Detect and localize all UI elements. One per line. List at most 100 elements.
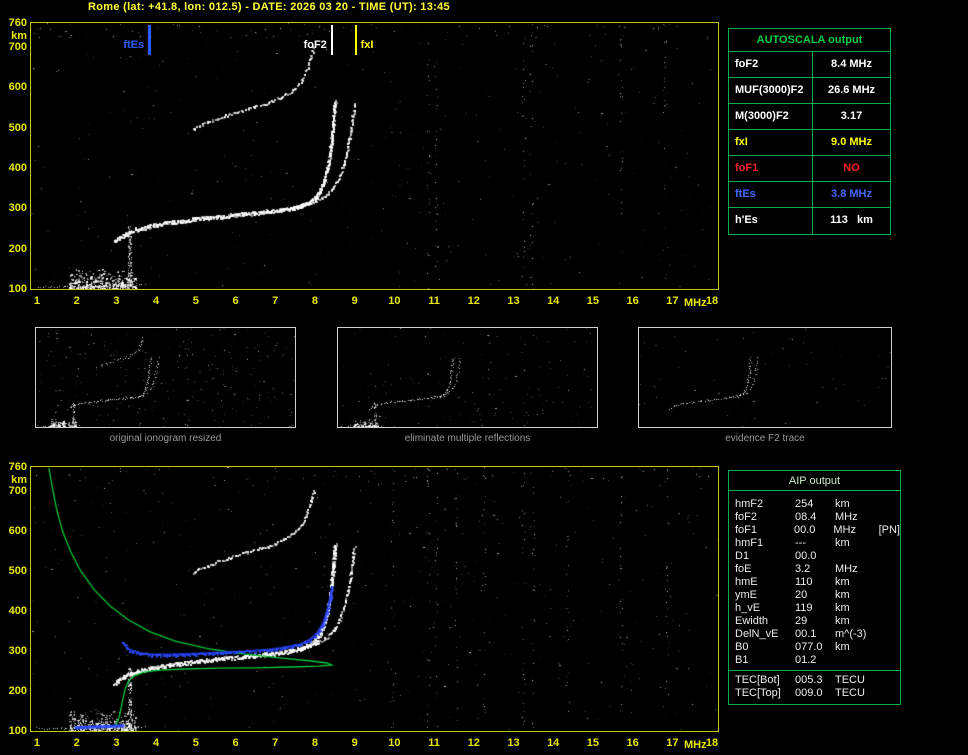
thumb-caption-original: original ionogram resized: [109, 433, 222, 444]
y-tick-label: 500: [8, 121, 27, 134]
thumb-evidence-canvas: [639, 328, 891, 427]
x-tick-label: 2: [73, 737, 80, 749]
aip-row: hmF2 254 km: [735, 498, 900, 511]
autoscala-row: foF1 NO: [729, 156, 890, 182]
x-tick-label: 16: [626, 295, 639, 307]
aip-param-name: DelN_vE: [735, 628, 779, 640]
x-tick-label: 8: [311, 737, 318, 749]
aip-param-unit: km: [835, 602, 850, 614]
autoscala-row: fxI 9.0 MHz: [729, 130, 890, 156]
x-tick-label: 7: [272, 737, 279, 749]
x-tick-label: 4: [153, 295, 160, 307]
autoscala-row: ftEs 3.8 MHz: [729, 182, 890, 208]
aip-row: ymE 20 km: [735, 589, 900, 602]
x-tick-label: 3: [113, 737, 120, 749]
aip-row: B0 077.0 km: [735, 641, 900, 654]
y-tick-label: 200: [8, 242, 27, 255]
aip-param-extra: [881, 589, 900, 602]
x-tick-label: 10: [388, 737, 401, 749]
x-tick-label: 15: [586, 737, 600, 749]
aip-param-unit: MHz: [833, 524, 856, 536]
aip-param-extra: [881, 654, 900, 667]
aip-param-name: foF2: [735, 511, 758, 523]
x-tick-label: 12: [467, 295, 480, 307]
x-tick-label: 9: [351, 737, 358, 749]
top-x-axis-unit: MHz: [684, 297, 707, 309]
aip-param-unit: km: [835, 537, 850, 549]
autoscala-row-value: 3.8 MHz: [831, 188, 872, 200]
aip-param-value: 00.0: [795, 550, 817, 562]
ionogram-top-canvas: [31, 23, 718, 289]
y-tick-label: 300: [8, 645, 27, 657]
thumb-evidence-f2: [638, 327, 892, 428]
aip-param-extra: [881, 602, 900, 615]
aip-param-unit: m^(-3): [835, 628, 867, 640]
x-tick-label: 6: [232, 295, 239, 307]
y-tick-label: 500: [8, 565, 27, 577]
aip-param-extra: [881, 674, 900, 687]
aip-param-name: ymE: [735, 589, 757, 601]
aip-param-value: 077.0: [795, 641, 823, 653]
aip-table-rows: hmF2 254 km foF2 08.4 MHz foF1 00.0 MHz [PN] hmF1 -…: [729, 491, 900, 670]
aip-param-extra: [881, 576, 900, 589]
bottom-x-axis-unit: MHz: [684, 739, 707, 751]
y-tick-label: 200: [8, 685, 27, 697]
page-title: Rome (lat: +41.8, lon: 012.5) - DATE: 20…: [88, 1, 450, 13]
aip-row: foF2 08.4 MHz: [735, 511, 900, 524]
aip-param-unit: km: [835, 576, 850, 588]
aip-row: foE 3.2 MHz: [735, 563, 900, 576]
aip-row: Ewidth 29 km: [735, 615, 900, 628]
autoscala-row-value: 8.4 MHz: [831, 58, 872, 70]
aip-param-unit: km: [835, 615, 850, 627]
x-tick-label: 2: [73, 295, 80, 307]
x-tick-label: 5: [192, 295, 199, 307]
marker-label-fxI: fxI: [360, 39, 374, 51]
aip-row: D1 00.0: [735, 550, 900, 563]
autoscala-row-label: fxI: [729, 130, 813, 155]
autoscala-row-value: 113 km: [830, 214, 873, 226]
aip-param-extra: [881, 687, 900, 700]
y-tick-label: 760: [8, 461, 27, 473]
marker-line-ftEs: [148, 25, 152, 55]
ionogram-top-plot: ftEs foF2 fxI: [30, 22, 719, 290]
autoscala-row: h'Es 113 km: [729, 208, 890, 234]
x-tick-label: 10: [388, 295, 401, 307]
aip-row: TEC[Bot] 005.3 TECU: [735, 674, 900, 687]
aip-table-title: AIP output: [729, 471, 900, 491]
x-tick-label: 11: [428, 737, 440, 749]
x-tick-label: 13: [507, 295, 520, 307]
aip-param-value: 20: [795, 589, 808, 601]
x-tick-label: 17: [666, 737, 679, 749]
x-tick-label: 4: [153, 737, 160, 749]
autoscala-row-label: h'Es: [729, 208, 813, 234]
x-tick-label: 13: [507, 737, 520, 749]
aip-param-unit: [835, 550, 881, 563]
aip-param-value: 00.0: [794, 524, 816, 536]
aip-param-name: Ewidth: [735, 615, 769, 627]
aip-param-name: h_vE: [735, 602, 761, 614]
aip-output-table: AIP output hmF2 254 km foF2 08.4 MHz foF1 00.0 M…: [728, 470, 901, 705]
y-tick-label: 300: [8, 202, 27, 215]
y-tick-label: 100: [8, 283, 27, 295]
x-tick-label: 9: [351, 295, 358, 307]
thumb-caption-evidence: evidence F2 trace: [725, 433, 805, 444]
autoscala-table-title: AUTOSCALA output: [729, 29, 890, 52]
aip-param-value: 110: [795, 576, 813, 588]
autoscala-row-label: foF2: [729, 52, 813, 77]
autoscala-row-value: 3.17: [840, 110, 863, 122]
x-tick-label: 17: [666, 295, 679, 307]
marker-line-foF2: [330, 25, 333, 55]
autoscala-output-table: AUTOSCALA output foF2 8.4 MHz MUF(3000)F2 2…: [728, 28, 891, 235]
aip-param-name: B0: [735, 641, 749, 653]
aip-param-unit: TECU: [835, 687, 865, 699]
aip-param-value: ---: [795, 537, 806, 549]
x-tick-label: 15: [586, 295, 600, 307]
aip-row: h_vE 119 km: [735, 602, 900, 615]
y-tick-label: 700: [8, 41, 27, 54]
ionogram-bottom-canvas: [31, 467, 718, 731]
x-tick-label: 6: [232, 737, 239, 749]
aip-param-name: hmE: [735, 576, 758, 588]
autoscala-row-label: foF1: [729, 156, 813, 181]
aip-param-unit: MHz: [835, 511, 858, 523]
autoscala-row: MUF(3000)F2 26.6 MHz: [729, 78, 890, 104]
